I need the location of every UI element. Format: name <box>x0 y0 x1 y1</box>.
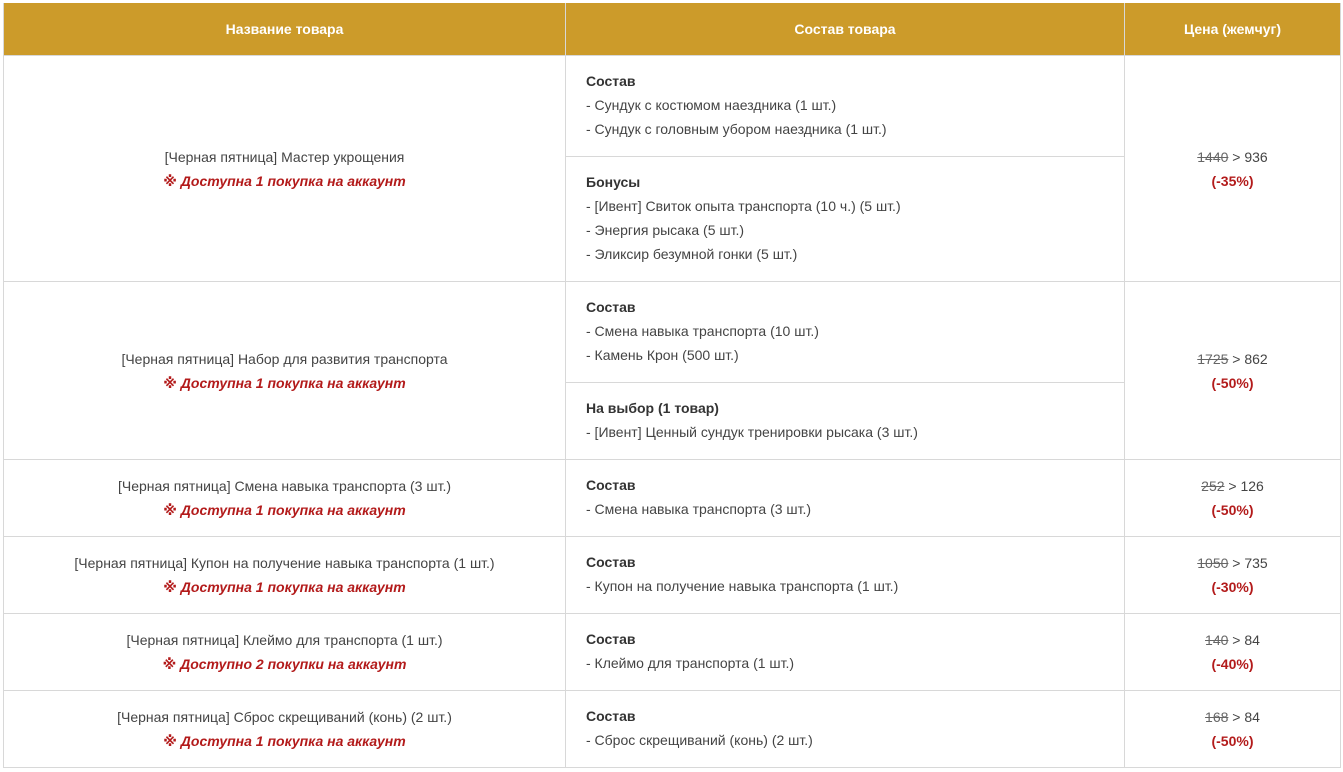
discount-badge: (-50%) <box>1211 374 1254 391</box>
composition-section-title: На выбор (1 товар) <box>586 400 719 416</box>
composition-item: - Клеймо для транспорта (1 шт.) <box>586 655 795 671</box>
composition-section-title: Бонусы <box>586 174 641 190</box>
composition-section-title: Состав <box>586 708 636 724</box>
composition-cell: Состав - Клеймо для транспорта (1 шт.) <box>565 613 1125 691</box>
composition-item: - Камень Крон (500 шт.) <box>586 347 739 363</box>
composition-item: - [Ивент] Ценный сундук тренировки рысак… <box>586 424 918 440</box>
purchase-limit-note: ※ Доступна 1 покупка на аккаунт <box>163 579 406 595</box>
table-row: [Черная пятница] Сброс скрещиваний (конь… <box>3 690 1341 768</box>
discount-badge: (-50%) <box>1211 502 1254 518</box>
price-line: 252 > 126 <box>1125 474 1340 498</box>
new-price: > 84 <box>1228 709 1260 725</box>
table-row: [Черная пятница] Клеймо для транспорта (… <box>3 613 1341 691</box>
new-price: > 936 <box>1228 148 1268 165</box>
price-line: 140 > 84 <box>1125 628 1340 652</box>
discount-badge: (-50%) <box>1211 733 1254 749</box>
new-price: > 862 <box>1228 350 1268 367</box>
product-name-cell: [Черная пятница] Клеймо для транспорта (… <box>3 613 566 691</box>
table-row: [Черная пятница] Мастер укрощения ※ Досту… <box>3 55 1341 282</box>
composition-item: - Сундук с головным убором наездника (1 … <box>586 121 887 137</box>
product-name: [Черная пятница] Купон на получение навы… <box>74 555 495 571</box>
product-name: [Черная пятница] Набор для развития тран… <box>121 350 448 367</box>
old-price: 1050 <box>1197 555 1229 571</box>
composition-cell: Состав - Смена навыка транспорта (3 шт.) <box>565 459 1125 537</box>
purchase-limit-note: ※ Доступно 2 покупки на аккаунт <box>162 656 407 672</box>
composition-item: - Энергия рысака (5 шт.) <box>586 222 745 238</box>
new-price: > 735 <box>1228 555 1268 571</box>
product-name-cell: [Черная пятница] Мастер укрощения ※ Досту… <box>3 55 566 282</box>
product-name-cell: [Черная пятница] Купон на получение навы… <box>3 536 566 614</box>
purchase-limit-note: ※ Доступна 1 покупка на аккаунт <box>163 172 406 189</box>
composition-section-title: Состав <box>586 299 636 315</box>
price-line: 168 > 84 <box>1125 705 1340 729</box>
composition-item: - [Ивент] Свиток опыта транспорта (10 ч.… <box>586 198 901 214</box>
composition-item: - Сброс скрещиваний (конь) (2 шт.) <box>586 732 813 748</box>
product-table: Название товара Состав товара Цена (жемч… <box>3 3 1341 768</box>
old-price: 140 <box>1205 632 1229 648</box>
new-price: > 84 <box>1228 632 1260 648</box>
product-name: [Черная пятница] Смена навыка транспорта… <box>117 478 452 494</box>
new-price: > 126 <box>1224 478 1264 494</box>
composition-cell: Состав - Сундук с костюмом наездника (1 ш… <box>565 55 1125 157</box>
old-price: 1725 <box>1197 350 1229 367</box>
discount-badge: (-30%) <box>1211 579 1254 595</box>
table-row: [Черная пятница] Купон на получение навы… <box>3 536 1341 614</box>
header-price: Цена (жемчуг) <box>1124 3 1341 56</box>
composition-section-title: Состав <box>586 554 636 570</box>
product-name: [Черная пятница] Сброс скрещиваний (конь… <box>117 709 452 725</box>
product-name: [Черная пятница] Клеймо для транспорта (… <box>126 632 443 648</box>
price-cell: 140 > 84 (-40%) <box>1124 613 1341 691</box>
price-cell: 252 > 126 (-50%) <box>1124 459 1341 537</box>
composition-section-title: Состав <box>586 631 636 647</box>
composition-item: - Эликсир безумной гонки (5 шт.) <box>586 246 798 262</box>
price-cell: 168 > 84 (-50%) <box>1124 690 1341 768</box>
product-name-cell: [Черная пятница] Набор для развития тран… <box>3 281 566 460</box>
price-cell: 1725 > 862 (-50%) <box>1124 281 1341 460</box>
product-name: [Черная пятница] Мастер укрощения <box>164 148 405 165</box>
price-line: 1725 > 862 <box>1125 347 1340 371</box>
purchase-limit-note: ※ Доступна 1 покупка на аккаунт <box>163 374 406 391</box>
composition-item: - Смена навыка транспорта (3 шт.) <box>586 501 812 517</box>
composition-item: - Смена навыка транспорта (10 шт.) <box>586 323 819 339</box>
composition-section-title: Состав <box>586 73 636 89</box>
purchase-limit-note: ※ Доступна 1 покупка на аккаунт <box>163 733 406 749</box>
composition-cell: Состав - Сброс скрещиваний (конь) (2 шт.) <box>565 690 1125 768</box>
price-cell: 1050 > 735 (-30%) <box>1124 536 1341 614</box>
product-table-wrapper: Название товара Состав товара Цена (жемч… <box>3 3 1341 768</box>
product-name-cell: [Черная пятница] Сброс скрещиваний (конь… <box>3 690 566 768</box>
price-line: 1440 > 936 <box>1125 145 1340 169</box>
composition-cell: Состав - Смена навыка транспорта (10 шт.)… <box>565 281 1125 383</box>
price-cell: 1440 > 936 (-35%) <box>1124 55 1341 282</box>
composition-item: - Купон на получение навыка транспорта (… <box>586 578 899 594</box>
header-product-name: Название товара <box>3 3 566 56</box>
old-price: 252 <box>1201 478 1225 494</box>
composition-cell: На выбор (1 товар) - [Ивент] Ценный сунду… <box>565 382 1125 460</box>
discount-badge: (-35%) <box>1211 172 1254 189</box>
price-line: 1050 > 735 <box>1125 551 1340 575</box>
table-body: [Черная пятница] Мастер укрощения ※ Досту… <box>3 55 1341 768</box>
table-row: [Черная пятница] Набор для развития тран… <box>3 281 1341 460</box>
composition-cell: Состав - Купон на получение навыка трансп… <box>565 536 1125 614</box>
composition-cell: Бонусы - [Ивент] Свиток опыта транспорта … <box>565 156 1125 282</box>
composition-item: - Сундук с костюмом наездника (1 шт.) <box>586 97 837 113</box>
table-row: [Черная пятница] Смена навыка транспорта… <box>3 459 1341 537</box>
old-price: 1440 <box>1197 148 1229 165</box>
table-header-row: Название товара Состав товара Цена (жемч… <box>3 3 1341 56</box>
composition-section-title: Состав <box>586 477 636 493</box>
product-name-cell: [Черная пятница] Смена навыка транспорта… <box>3 459 566 537</box>
discount-badge: (-40%) <box>1211 656 1254 672</box>
old-price: 168 <box>1205 709 1229 725</box>
header-composition: Состав товара <box>565 3 1125 56</box>
purchase-limit-note: ※ Доступна 1 покупка на аккаунт <box>163 502 406 518</box>
